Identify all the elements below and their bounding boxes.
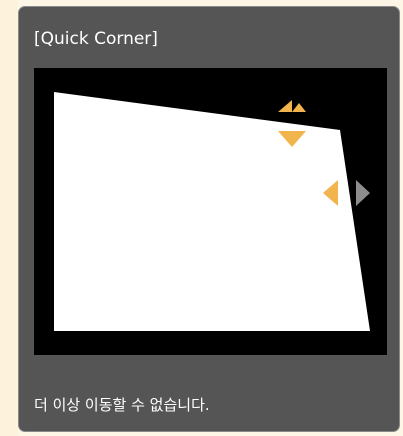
- dialog-title: [Quick Corner]: [34, 29, 158, 49]
- right-arrow-icon: [356, 180, 370, 206]
- projected-image-shape: [54, 92, 370, 331]
- status-message: 더 이상 이동할 수 없습니다.: [34, 396, 210, 414]
- quick-corner-dialog: [Quick Corner] 더 이상 이동할 수 없습니다.: [18, 6, 400, 432]
- page-margin: [0, 0, 18, 436]
- up-arrow-icon-left-half[interactable]: [278, 100, 292, 112]
- projection-preview-svg: [54, 92, 370, 331]
- up-arrow-icon[interactable]: [292, 103, 306, 112]
- projection-preview-area: [34, 68, 387, 355]
